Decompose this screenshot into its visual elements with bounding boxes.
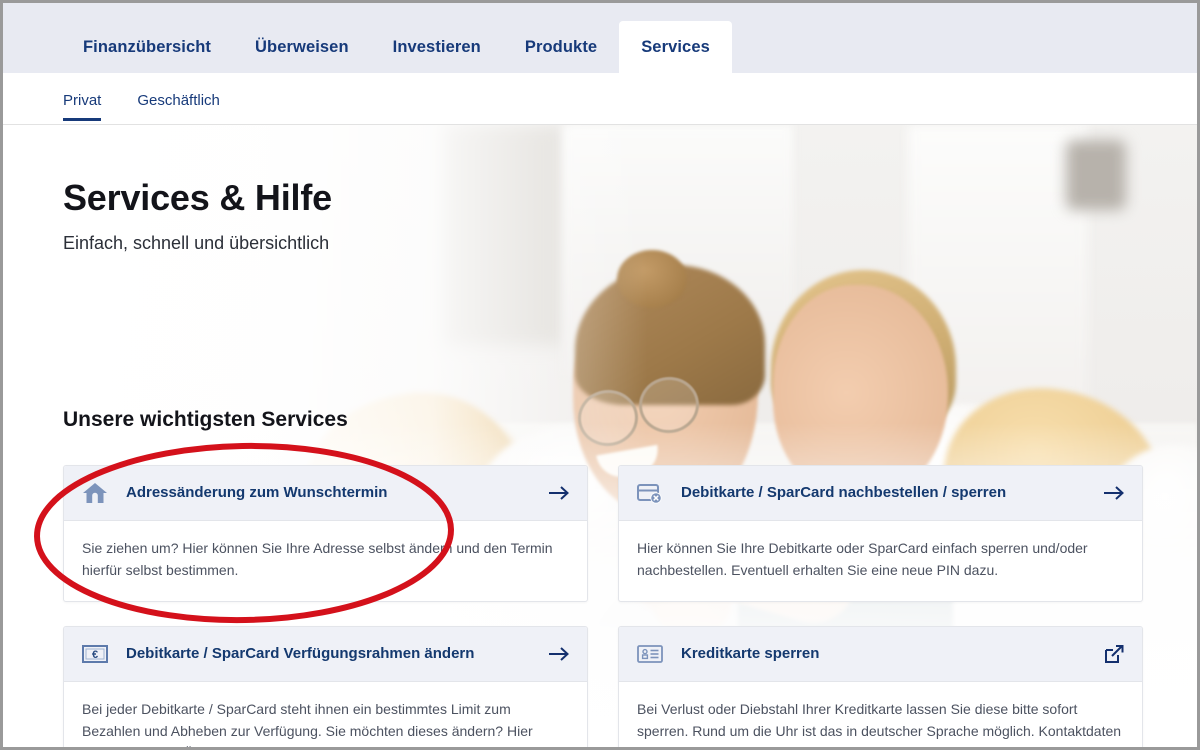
nav-item-ueberweisen[interactable]: Überweisen	[233, 21, 371, 73]
page-subtitle: Einfach, schnell und übersichtlich	[63, 233, 330, 253]
id-card-icon	[635, 640, 665, 668]
hero-text-block: Services & Hilfe Einfach, schnell und üb…	[63, 177, 332, 254]
nav-item-investieren[interactable]: Investieren	[371, 21, 503, 73]
service-card-adressaenderung[interactable]: Adressänderung zum Wunschtermin Sie zieh…	[63, 465, 588, 603]
nav-item-finanzuebersicht[interactable]: Finanzübersicht	[61, 21, 233, 73]
browser-page: Finanzübersicht Überweisen Investieren P…	[0, 0, 1200, 750]
secondary-navigation: Privat Geschäftlich	[3, 73, 1197, 125]
card-description: Bei Verlust oder Diebstahl Ihrer Kreditk…	[637, 701, 1122, 747]
card-block-icon	[635, 479, 665, 507]
arrow-right-icon[interactable]	[1102, 481, 1126, 505]
nav-item-services[interactable]: Services	[619, 21, 732, 73]
card-header: Kreditkarte sperren	[619, 627, 1142, 683]
card-description: Hier können Sie Ihre Debitkarte oder Spa…	[637, 540, 1088, 578]
card-header: Debitkarte / SparCard nachbestellen / sp…	[619, 466, 1142, 521]
subnav-item-geschaeftlich[interactable]: Geschäftlich	[137, 73, 220, 125]
card-description: Bei jeder Debitkarte / SparCard steht ih…	[82, 701, 533, 747]
service-card-kreditkarte-sperren[interactable]: Kreditkarte sperren Bei Verlust oder Die…	[618, 626, 1143, 747]
section-heading: Unsere wichtigsten Services	[63, 408, 348, 431]
primary-navigation: Finanzübersicht Überweisen Investieren P…	[3, 3, 1197, 73]
card-title: Debitkarte / SparCard Verfügungsrahmen ä…	[126, 645, 475, 662]
card-description: Sie ziehen um? Hier können Sie Ihre Adre…	[82, 540, 553, 578]
card-header: € Debitkarte / SparCard Verfügungsrahmen…	[64, 627, 587, 683]
card-title: Debitkarte / SparCard nachbestellen / sp…	[681, 483, 1007, 501]
euro-note-icon: €	[80, 640, 110, 668]
svg-text:€: €	[92, 649, 98, 661]
card-title: Adressänderung zum Wunschtermin	[126, 483, 388, 501]
service-card-debitkarte-sperren[interactable]: Debitkarte / SparCard nachbestellen / sp…	[618, 465, 1143, 603]
card-header: Adressänderung zum Wunschtermin	[64, 466, 587, 521]
service-card-verfuegungsrahmen[interactable]: € Debitkarte / SparCard Verfügungsrahmen…	[63, 626, 588, 747]
subnav-item-privat[interactable]: Privat	[63, 73, 102, 125]
arrow-right-icon[interactable]	[547, 642, 571, 666]
service-cards-grid: Adressänderung zum Wunschtermin Sie zieh…	[63, 465, 1143, 747]
arrow-right-icon[interactable]	[547, 481, 571, 505]
house-icon	[80, 479, 110, 507]
nav-item-produkte[interactable]: Produkte	[503, 21, 619, 73]
page-stage: Services & Hilfe Einfach, schnell und üb…	[3, 125, 1197, 747]
page-title: Services & Hilfe	[63, 177, 332, 218]
external-link-icon[interactable]	[1102, 642, 1126, 666]
card-title: Kreditkarte sperren	[681, 645, 820, 662]
